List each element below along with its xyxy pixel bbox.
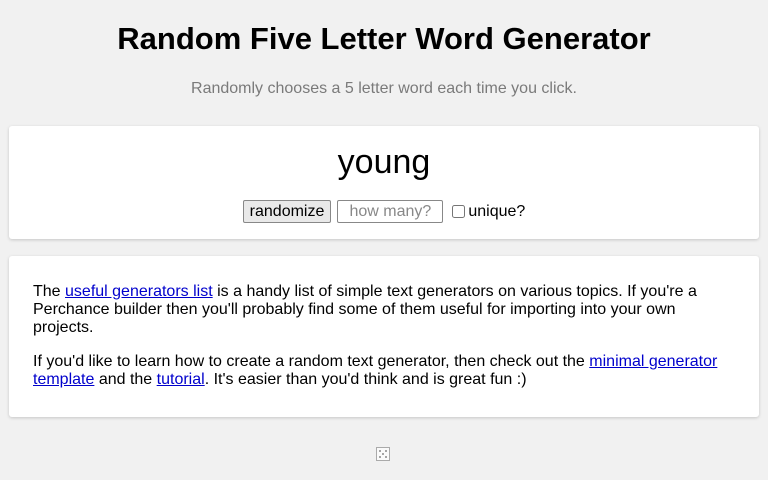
generated-word: young	[337, 143, 431, 181]
output-card: young randomize unique?	[9, 126, 759, 239]
info-p1-pre: The	[33, 283, 66, 300]
page: Random Five Letter Word Generator Random…	[0, 0, 768, 480]
page-subtitle: Randomly chooses a 5 letter word each ti…	[191, 80, 577, 97]
info-paragraph-2: If you'd like to learn how to create a r…	[33, 353, 733, 389]
tutorial-link[interactable]: tutorial	[157, 371, 205, 388]
dice-icon[interactable]	[376, 447, 390, 461]
unique-label: unique?	[468, 202, 526, 220]
page-title: Random Five Letter Word Generator	[117, 21, 651, 56]
info-p2-post: . It's easier than you'd think and is gr…	[204, 371, 527, 388]
info-p2-mid: and the	[94, 371, 157, 388]
unique-option[interactable]: unique?	[452, 203, 525, 221]
useful-generators-link[interactable]: useful generators list	[65, 283, 213, 300]
how-many-input[interactable]	[337, 200, 444, 223]
unique-checkbox[interactable]	[452, 205, 466, 218]
info-card: The useful generators list is a handy li…	[9, 256, 759, 417]
controls-bar: randomize unique?	[9, 200, 759, 223]
randomize-button[interactable]: randomize	[242, 200, 332, 223]
info-p2-pre: If you'd like to learn how to create a r…	[33, 353, 590, 370]
info-paragraph-1: The useful generators list is a handy li…	[33, 283, 733, 337]
info-text: The useful generators list is a handy li…	[33, 283, 733, 405]
